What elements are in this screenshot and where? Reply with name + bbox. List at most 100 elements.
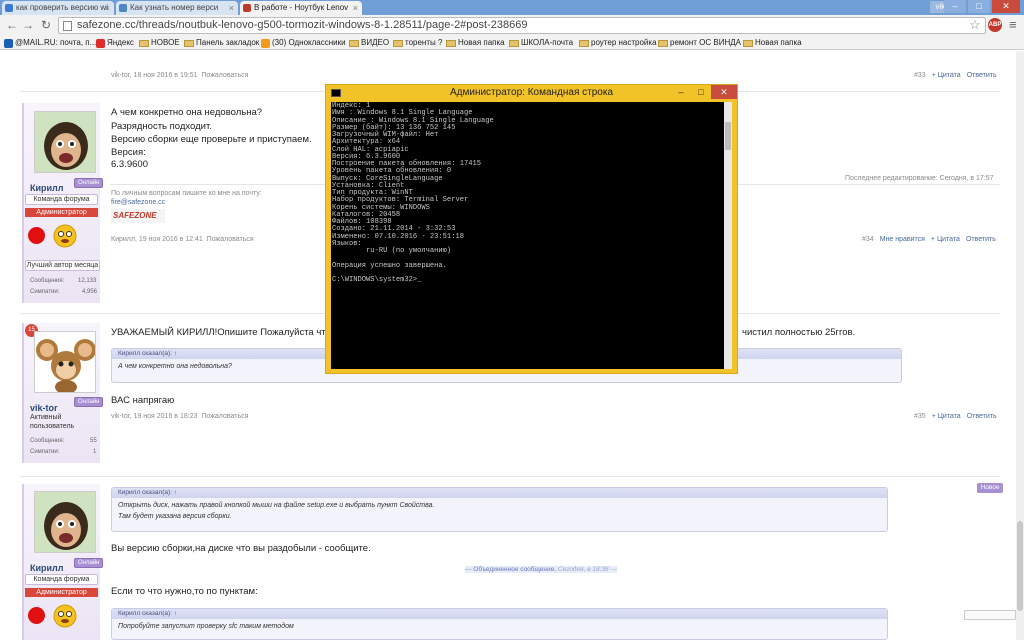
maximize-icon[interactable]: □ <box>968 0 990 13</box>
user-title: пользователь <box>30 423 75 430</box>
signature-email[interactable]: fire@safezone.cc <box>111 199 165 206</box>
quote-header[interactable]: Кирилл сказал(а): ↑ <box>112 609 887 619</box>
cheburashka-avatar-image <box>35 332 95 392</box>
avatar[interactable] <box>34 111 96 173</box>
tab-2[interactable]: Как узнать номер верси × <box>116 1 238 15</box>
message-line: Разрядность подходит. <box>111 121 212 132</box>
stat-label: Сообщения: <box>30 278 65 284</box>
stat-label: Симпатии: <box>30 289 60 295</box>
smiley-icon <box>51 223 79 249</box>
bookmark-folder[interactable]: ВИДЕО <box>349 36 389 50</box>
red-dot-icon <box>28 607 45 624</box>
bookmark-folder[interactable]: ремонт ОС ВИНДА <box>658 36 741 50</box>
bookmark-star-icon[interactable]: ☆ <box>969 17 981 33</box>
divider <box>20 476 1000 477</box>
smiley-icon <box>51 603 79 629</box>
message-line: УВАЖАЕМЫЙ КИРИЛЛ!Опишите Пожалуйста что … <box>111 327 346 338</box>
maximize-icon[interactable]: □ <box>691 85 711 99</box>
username[interactable]: Кирилл <box>30 183 64 193</box>
post-34-actions: #34 Мне нравится + Цитата Ответить <box>862 236 996 243</box>
close-icon[interactable]: ✕ <box>711 85 737 99</box>
quote-block: Кирилл сказал(а): ↑ Попробуйте запустит … <box>111 608 888 640</box>
admin-badge: Администратор <box>25 588 98 597</box>
console-text: Индекс: 1 Имя : Windows 8.1 Single Langu… <box>332 102 494 284</box>
role-badge: Команда форума <box>25 194 98 205</box>
address-bar[interactable]: safezone.cc/threads/noutbuk-lenovo-g500-… <box>58 17 986 34</box>
page-scrollbar[interactable] <box>1016 51 1024 640</box>
close-tab-icon[interactable]: × <box>353 1 358 15</box>
bookmark-yandex[interactable]: Яндекс <box>96 36 134 50</box>
bookmark-folder[interactable]: Панель закладок <box>184 36 259 50</box>
merged-message-note: --- Объединенное сообщение, Сегодня, в 1… <box>465 566 617 573</box>
browser-toolbar: ← → ↻ safezone.cc/threads/noutbuk-lenovo… <box>0 15 1024 36</box>
quote-line: Открыть диск, нажать правой кнопкой мыши… <box>118 502 435 509</box>
tab-strip: как проверить версию wi × Как узнать номе… <box>0 0 1024 15</box>
message-line: Версия: <box>111 147 146 158</box>
quote-header[interactable]: Кирилл сказал(а): ↑ <box>112 488 887 498</box>
back-icon[interactable]: ← <box>4 17 20 33</box>
bookmark-ok[interactable]: (30) Одноклассники <box>261 36 346 50</box>
message-line: Если то что нужно,то по пунктам: <box>111 586 258 597</box>
quote-body: А чем конкретно она недовольна? <box>118 363 232 370</box>
google-icon <box>5 4 13 12</box>
tab-3-active[interactable]: В работе - Ноутбук Lenov × <box>240 1 362 15</box>
bookmark-folder[interactable]: Новая папка <box>743 36 802 50</box>
bookmark-folder[interactable]: торенты ? <box>393 36 442 50</box>
close-tab-icon[interactable]: × <box>105 1 110 15</box>
minimize-icon[interactable]: – <box>944 0 966 13</box>
folder-icon <box>446 39 456 47</box>
scrollbar-thumb[interactable] <box>1017 521 1023 611</box>
tab-1[interactable]: как проверить версию wi × <box>2 1 114 15</box>
safezone-logo[interactable]: SAFEZONE <box>111 209 165 223</box>
quote-body: Попробуйте запустит проверку sfc таким м… <box>118 623 294 630</box>
reload-icon[interactable]: ↻ <box>38 17 54 33</box>
stat-value: 1 <box>93 449 97 455</box>
bookmark-folder[interactable]: роутер настройка <box>579 36 657 50</box>
post-34-meta: Кирилл, 19 ноя 2016 в 12:41 Пожаловаться <box>111 236 254 243</box>
message-line: Вы версию сборки,на диске что вы раздобы… <box>111 543 371 554</box>
folder-icon <box>579 39 589 47</box>
post-33-meta: vik-tor, 18 ноя 2016 в 19:51 Пожаловатьс… <box>111 72 249 79</box>
online-badge: Онлайн <box>74 178 104 188</box>
adblock-icon[interactable]: ABP <box>988 18 1002 32</box>
quote-line: Там будет указана версия сборки. <box>118 513 232 520</box>
folder-icon <box>658 39 668 47</box>
folder-icon <box>743 39 753 47</box>
new-badge: Новое <box>977 483 1003 493</box>
post-33-actions: #33 + Цитата Ответить <box>914 72 997 79</box>
cmd-scrollbar[interactable] <box>724 102 732 369</box>
quote-block: Кирилл сказал(а): ↑ Открыть диск, нажать… <box>111 487 888 532</box>
message-line: А чем конкретно она недовольна? <box>111 107 263 118</box>
menu-icon[interactable]: ≡ <box>1009 17 1017 32</box>
role-badge: Команда форума <box>25 574 98 585</box>
window-controls: – □ ✕ <box>944 0 1020 13</box>
username[interactable]: vik-tor <box>30 403 58 413</box>
minimize-icon[interactable]: – <box>671 85 691 99</box>
console-output[interactable]: Индекс: 1 Имя : Windows 8.1 Single Langu… <box>331 102 724 369</box>
folder-icon <box>393 39 403 47</box>
online-badge: Онлайн <box>74 397 104 407</box>
close-icon[interactable]: ✕ <box>992 0 1020 13</box>
scrollbar-thumb[interactable] <box>725 122 731 150</box>
avatar[interactable] <box>34 491 96 553</box>
forward-icon[interactable]: → <box>20 17 36 33</box>
bookmark-folder[interactable]: Новая папка <box>446 36 505 50</box>
username[interactable]: Кирилл <box>30 563 64 573</box>
bookmark-mailru[interactable]: @MAIL.RU: почта, п... <box>4 36 96 50</box>
odnoklassniki-icon <box>261 38 270 48</box>
bookmark-folder[interactable]: ШКОЛА-почта <box>509 36 573 50</box>
message-line: чистил полностью 25ггов. <box>742 327 856 338</box>
close-tab-icon[interactable]: × <box>229 1 234 15</box>
post-35-meta: vik-tor, 19 ноя 2016 в 18:23 Пожаловатьс… <box>111 413 249 420</box>
cmd-window[interactable]: Администратор: Командная строка – □ ✕ Ин… <box>325 84 738 374</box>
folder-icon <box>509 39 519 47</box>
message-line: Версию сборки еще проверьте и приступаем… <box>111 134 312 145</box>
edited-note: Последнее редактирование: Сегодня, в 17:… <box>845 175 994 182</box>
folder-icon <box>349 39 359 47</box>
page-icon <box>63 21 72 31</box>
user-title: Активный <box>30 414 62 421</box>
page-icon <box>119 4 127 12</box>
signature-text: По личным вопросам пишите ко мне на почт… <box>111 190 262 197</box>
bookmark-folder[interactable]: НОВОЕ <box>139 36 180 50</box>
avatar[interactable] <box>34 331 96 393</box>
